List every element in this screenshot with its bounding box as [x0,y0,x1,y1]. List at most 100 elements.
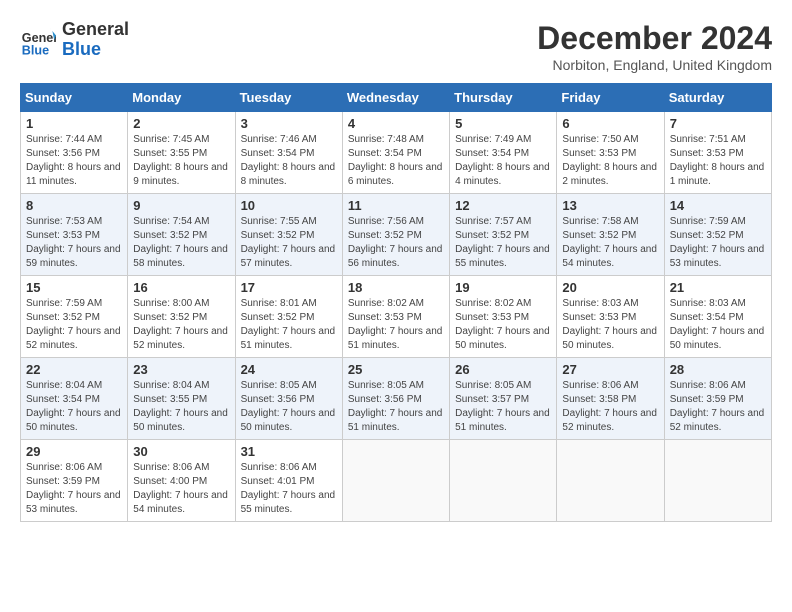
logo: General Blue GeneralBlue [20,20,129,60]
calendar-cell: 14 Sunrise: 7:59 AMSunset: 3:52 PMDayligh… [664,194,771,276]
calendar-cell: 4 Sunrise: 7:48 AMSunset: 3:54 PMDaylight… [342,112,449,194]
day-info: Sunrise: 8:04 AMSunset: 3:55 PMDaylight:… [133,379,229,435]
calendar-cell: 3 Sunrise: 7:46 AMSunset: 3:54 PMDaylight… [235,112,342,194]
weekday-header-friday: Friday [557,84,664,112]
weekday-header-monday: Monday [128,84,235,112]
day-info: Sunrise: 8:03 AMSunset: 3:53 PMDaylight:… [562,297,658,353]
calendar-cell: 6 Sunrise: 7:50 AMSunset: 3:53 PMDaylight… [557,112,664,194]
day-number: 23 [133,362,229,377]
day-info: Sunrise: 7:58 AMSunset: 3:52 PMDaylight:… [562,215,658,271]
week-row-4: 22 Sunrise: 8:04 AMSunset: 3:54 PMDayligh… [21,358,772,440]
day-info: Sunrise: 8:06 AMSunset: 4:01 PMDaylight:… [241,461,337,517]
calendar-cell: 5 Sunrise: 7:49 AMSunset: 3:54 PMDaylight… [450,112,557,194]
day-info: Sunrise: 7:50 AMSunset: 3:53 PMDaylight:… [562,133,658,189]
calendar-cell [664,440,771,522]
day-number: 15 [26,280,122,295]
day-info: Sunrise: 8:06 AMSunset: 3:58 PMDaylight:… [562,379,658,435]
day-info: Sunrise: 7:49 AMSunset: 3:54 PMDaylight:… [455,133,551,189]
calendar-cell: 24Sunrise: 8:05 AMSunset: 3:56 PMDayligh… [235,358,342,440]
calendar-cell: 22 Sunrise: 8:04 AMSunset: 3:54 PMDayligh… [21,358,128,440]
calendar-cell: 17Sunrise: 8:01 AMSunset: 3:52 PMDayligh… [235,276,342,358]
calendar-cell: 28Sunrise: 8:06 AMSunset: 3:59 PMDayligh… [664,358,771,440]
day-number: 4 [348,116,444,131]
day-info: Sunrise: 7:54 AMSunset: 3:52 PMDaylight:… [133,215,229,271]
calendar-cell: 29 Sunrise: 8:06 AMSunset: 3:59 PMDayligh… [21,440,128,522]
day-number: 8 [26,198,122,213]
location: Norbiton, England, United Kingdom [537,57,772,73]
calendar-table: SundayMondayTuesdayWednesdayThursdayFrid… [20,83,772,522]
calendar-cell: 26Sunrise: 8:05 AMSunset: 3:57 PMDayligh… [450,358,557,440]
calendar-cell: 19 Sunrise: 8:02 AMSunset: 3:53 PMDayligh… [450,276,557,358]
day-number: 27 [562,362,658,377]
weekday-header-saturday: Saturday [664,84,771,112]
day-info: Sunrise: 8:06 AMSunset: 4:00 PMDaylight:… [133,461,229,517]
weekday-header-sunday: Sunday [21,84,128,112]
weekday-header-wednesday: Wednesday [342,84,449,112]
calendar-cell: 21 Sunrise: 8:03 AMSunset: 3:54 PMDayligh… [664,276,771,358]
day-number: 6 [562,116,658,131]
day-number: 18 [348,280,444,295]
day-info: Sunrise: 7:55 AMSunset: 3:52 PMDaylight:… [241,215,337,271]
day-number: 7 [670,116,766,131]
calendar-cell: 1 Sunrise: 7:44 AMSunset: 3:56 PMDaylight… [21,112,128,194]
day-info: Sunrise: 7:59 AMSunset: 3:52 PMDaylight:… [670,215,766,271]
day-number: 3 [241,116,337,131]
calendar-cell: 13 Sunrise: 7:58 AMSunset: 3:52 PMDayligh… [557,194,664,276]
day-info: Sunrise: 8:06 AMSunset: 3:59 PMDaylight:… [26,461,122,517]
day-number: 19 [455,280,551,295]
day-info: Sunrise: 8:03 AMSunset: 3:54 PMDaylight:… [670,297,766,353]
day-number: 20 [562,280,658,295]
day-info: Sunrise: 7:48 AMSunset: 3:54 PMDaylight:… [348,133,444,189]
calendar-cell: 23 Sunrise: 8:04 AMSunset: 3:55 PMDayligh… [128,358,235,440]
day-number: 13 [562,198,658,213]
day-number: 28 [670,362,766,377]
page-header: General Blue GeneralBlue December 2024 N… [20,20,772,73]
weekday-header-row: SundayMondayTuesdayWednesdayThursdayFrid… [21,84,772,112]
day-number: 16 [133,280,229,295]
calendar-cell [342,440,449,522]
day-info: Sunrise: 7:46 AMSunset: 3:54 PMDaylight:… [241,133,337,189]
calendar-cell: 18 Sunrise: 8:02 AMSunset: 3:53 PMDayligh… [342,276,449,358]
logo-text: GeneralBlue [62,20,129,60]
day-number: 11 [348,198,444,213]
calendar-cell: 10Sunrise: 7:55 AMSunset: 3:52 PMDayligh… [235,194,342,276]
day-number: 5 [455,116,551,131]
calendar-cell: 2Sunrise: 7:45 AMSunset: 3:55 PMDaylight… [128,112,235,194]
day-number: 30 [133,444,229,459]
week-row-2: 8 Sunrise: 7:53 AMSunset: 3:53 PMDaylight… [21,194,772,276]
day-info: Sunrise: 7:51 AMSunset: 3:53 PMDaylight:… [670,133,766,189]
day-number: 25 [348,362,444,377]
day-info: Sunrise: 8:02 AMSunset: 3:53 PMDaylight:… [455,297,551,353]
week-row-3: 15 Sunrise: 7:59 AMSunset: 3:52 PMDayligh… [21,276,772,358]
day-info: Sunrise: 7:56 AMSunset: 3:52 PMDaylight:… [348,215,444,271]
day-info: Sunrise: 7:53 AMSunset: 3:53 PMDaylight:… [26,215,122,271]
calendar-cell: 31Sunrise: 8:06 AMSunset: 4:01 PMDayligh… [235,440,342,522]
calendar-cell: 27 Sunrise: 8:06 AMSunset: 3:58 PMDayligh… [557,358,664,440]
day-number: 22 [26,362,122,377]
day-number: 14 [670,198,766,213]
calendar-cell: 7 Sunrise: 7:51 AMSunset: 3:53 PMDaylight… [664,112,771,194]
logo-icon: General Blue [20,22,56,58]
day-info: Sunrise: 7:57 AMSunset: 3:52 PMDaylight:… [455,215,551,271]
calendar-cell: 15 Sunrise: 7:59 AMSunset: 3:52 PMDayligh… [21,276,128,358]
calendar-cell: 9 Sunrise: 7:54 AMSunset: 3:52 PMDaylight… [128,194,235,276]
day-info: Sunrise: 8:05 AMSunset: 3:56 PMDaylight:… [241,379,337,435]
day-number: 21 [670,280,766,295]
day-info: Sunrise: 7:45 AMSunset: 3:55 PMDaylight:… [133,133,229,189]
week-row-1: 1 Sunrise: 7:44 AMSunset: 3:56 PMDaylight… [21,112,772,194]
day-info: Sunrise: 8:04 AMSunset: 3:54 PMDaylight:… [26,379,122,435]
weekday-header-tuesday: Tuesday [235,84,342,112]
day-number: 1 [26,116,122,131]
day-info: Sunrise: 8:05 AMSunset: 3:57 PMDaylight:… [455,379,551,435]
day-info: Sunrise: 7:44 AMSunset: 3:56 PMDaylight:… [26,133,122,189]
day-number: 29 [26,444,122,459]
calendar-cell: 12Sunrise: 7:57 AMSunset: 3:52 PMDayligh… [450,194,557,276]
calendar-cell: 11 Sunrise: 7:56 AMSunset: 3:52 PMDayligh… [342,194,449,276]
day-info: Sunrise: 8:02 AMSunset: 3:53 PMDaylight:… [348,297,444,353]
calendar-cell [450,440,557,522]
day-info: Sunrise: 7:59 AMSunset: 3:52 PMDaylight:… [26,297,122,353]
day-info: Sunrise: 8:00 AMSunset: 3:52 PMDaylight:… [133,297,229,353]
day-info: Sunrise: 8:01 AMSunset: 3:52 PMDaylight:… [241,297,337,353]
day-number: 9 [133,198,229,213]
svg-text:Blue: Blue [22,43,49,57]
